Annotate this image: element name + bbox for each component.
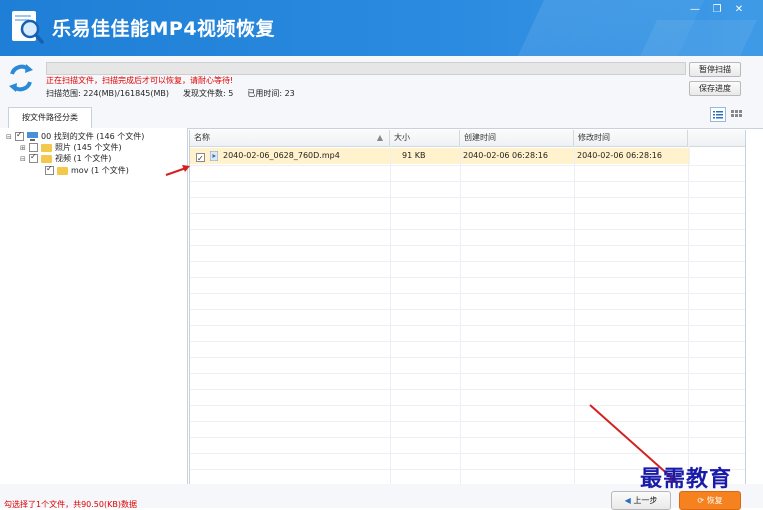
arrow-to-file-row — [165, 165, 190, 176]
recover-button[interactable]: ⟳ 恢复 — [679, 491, 741, 510]
prev-step-button[interactable]: ◀ 上一步 — [611, 491, 671, 510]
annotation-arrows — [165, 165, 678, 484]
selection-summary: 勾选择了1个文件，共90.50(KB)数据 — [4, 500, 137, 509]
recover-icon: ⟳ — [697, 496, 705, 505]
watermark: 最需教育 — [640, 466, 733, 492]
arrow-left-icon: ◀ — [624, 496, 631, 505]
prev-step-label: 上一步 — [633, 496, 658, 505]
recover-label: 恢复 — [706, 496, 723, 505]
